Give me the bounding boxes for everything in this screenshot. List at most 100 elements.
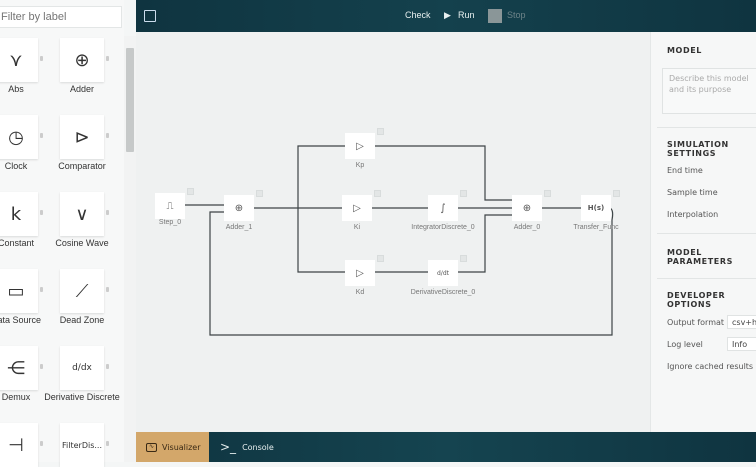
palette-block[interactable]: FilterDis... <box>60 423 104 467</box>
block-menu-button[interactable] <box>256 190 263 197</box>
comparator-icon: ⊳ <box>74 126 90 148</box>
output-port <box>40 133 43 138</box>
output-format-label: Output format <box>667 318 725 327</box>
sample-time-label: Sample time <box>667 188 718 197</box>
model-parameters-heading[interactable]: MODEL PARAMETERS <box>667 248 756 266</box>
block-menu-button[interactable] <box>374 190 381 197</box>
diagram-canvas[interactable] <box>136 32 650 432</box>
output-port <box>106 441 109 446</box>
block-tf[interactable]: H(s) <box>581 195 611 221</box>
palette-block[interactable]: ▭ <box>0 269 38 313</box>
run-button[interactable]: Run <box>458 10 475 20</box>
block-menu-button[interactable] <box>544 190 551 197</box>
block-label: Kp <box>355 162 365 169</box>
palette-block-label: Adder <box>69 84 95 94</box>
saturation-icon: ⊣ <box>8 434 24 456</box>
palette-block[interactable]: k <box>0 192 38 236</box>
log-level-label: Log level <box>667 340 703 349</box>
app-logo-icon[interactable] <box>144 10 156 22</box>
palette-block[interactable]: d/dx <box>60 346 104 390</box>
simulation-settings-heading: SIMULATION SETTINGS <box>667 140 729 158</box>
output-port <box>40 287 43 292</box>
console-label: Console <box>242 442 274 452</box>
palette-block[interactable]: ⟋ <box>60 269 104 313</box>
integ-icon: ∫ <box>440 202 446 214</box>
block-adder0[interactable]: ⊕ <box>512 195 542 221</box>
block-label: Transfer_Func <box>573 224 619 231</box>
step-icon: ⎍ <box>166 200 174 212</box>
ki-icon: ▷ <box>353 202 361 214</box>
palette-block[interactable]: ∨ <box>60 192 104 236</box>
block-menu-button[interactable] <box>187 188 194 195</box>
block-step[interactable]: ⎍ <box>155 193 185 219</box>
block-menu-button[interactable] <box>460 190 467 197</box>
palette-block[interactable]: ⊣ <box>0 423 38 467</box>
cosine-wave-icon: ∨ <box>75 203 89 225</box>
model-heading: MODEL <box>667 46 702 55</box>
kd-icon: ▷ <box>356 267 364 279</box>
interpolation-label: Interpolation <box>667 210 719 219</box>
block-ki[interactable]: ▷ <box>342 195 372 221</box>
block-label: DerivativeDiscrete_0 <box>410 289 476 296</box>
divider <box>657 233 756 234</box>
visualizer-icon: ∿ <box>146 442 157 452</box>
properties-panel: MODEL Describe this model and its purpos… <box>650 32 756 432</box>
terminal-icon: >_ <box>220 440 237 454</box>
block-deriv[interactable]: d/dt <box>428 260 458 286</box>
output-port <box>106 287 109 292</box>
dead-zone-icon: ⟋ <box>75 280 89 302</box>
constant-icon: k <box>10 203 22 225</box>
abs-icon: ⋎ <box>9 49 23 71</box>
filter-input[interactable] <box>0 6 122 28</box>
block-label: Adder_1 <box>225 224 253 231</box>
demux-icon: ⋲ <box>7 357 25 379</box>
adder-icon: ⊕ <box>74 49 90 71</box>
deriv-icon: d/dt <box>437 269 449 277</box>
toolbar: Check ▶ Run Stop <box>136 0 756 32</box>
block-kp[interactable]: ▷ <box>345 133 375 159</box>
data-source-icon: ▭ <box>7 280 25 302</box>
palette-block-label: Cosine Wave <box>55 238 109 248</box>
block-integ[interactable]: ∫ <box>428 195 458 221</box>
output-port <box>106 133 109 138</box>
block-menu-button[interactable] <box>377 255 384 262</box>
ignore-cached-label[interactable]: Ignore cached results <box>667 362 753 371</box>
output-port <box>40 210 43 215</box>
palette-block[interactable]: ◷ <box>0 115 38 159</box>
block-palette: ⋎Abs⊕Adder◷Clock⊳ComparatorkConstant∨Cos… <box>0 0 124 467</box>
block-menu-button[interactable] <box>460 255 467 262</box>
palette-block[interactable]: ⋲ <box>0 346 38 390</box>
block-menu-button[interactable] <box>613 190 620 197</box>
developer-options-heading[interactable]: DEVELOPER OPTIONS <box>667 291 756 309</box>
output-port <box>40 364 43 369</box>
block-adder1[interactable]: ⊕ <box>224 195 254 221</box>
end-time-label: End time <box>667 166 703 175</box>
visualizer-tab[interactable]: ∿ Visualizer <box>136 432 209 462</box>
stop-button[interactable]: Stop <box>507 10 526 20</box>
block-menu-button[interactable] <box>377 128 384 135</box>
palette-block[interactable]: ⋎ <box>0 38 38 82</box>
output-format-select[interactable]: csv+hdf5 <box>727 315 756 329</box>
scrollbar-thumb[interactable] <box>126 48 134 152</box>
run-icon[interactable]: ▶ <box>444 10 451 21</box>
adder0-icon: ⊕ <box>522 202 532 214</box>
model-description-input[interactable]: Describe this model and its purpose <box>662 68 756 114</box>
bottom-bar: ∿ Visualizer >_ Console <box>136 432 756 462</box>
adder1-icon: ⊕ <box>234 202 244 214</box>
check-button[interactable]: Check <box>405 10 431 20</box>
clock-icon: ◷ <box>8 126 24 148</box>
divider <box>657 278 756 279</box>
tf-icon: H(s) <box>587 204 605 212</box>
console-tab[interactable]: >_ Console <box>220 432 274 462</box>
palette-block[interactable]: ⊕ <box>60 38 104 82</box>
block-label: Ki <box>353 224 361 231</box>
filter-icon: FilterDis... <box>62 440 102 450</box>
block-label: Kd <box>355 289 365 296</box>
log-level-select[interactable]: Info <box>727 337 756 351</box>
block-label: IntegratorDiscrete_0 <box>411 224 475 231</box>
output-port <box>106 210 109 215</box>
palette-block[interactable]: ⊳ <box>60 115 104 159</box>
block-kd[interactable]: ▷ <box>345 260 375 286</box>
output-port <box>40 441 43 446</box>
palette-block-label: Derivative Discrete <box>44 392 120 402</box>
